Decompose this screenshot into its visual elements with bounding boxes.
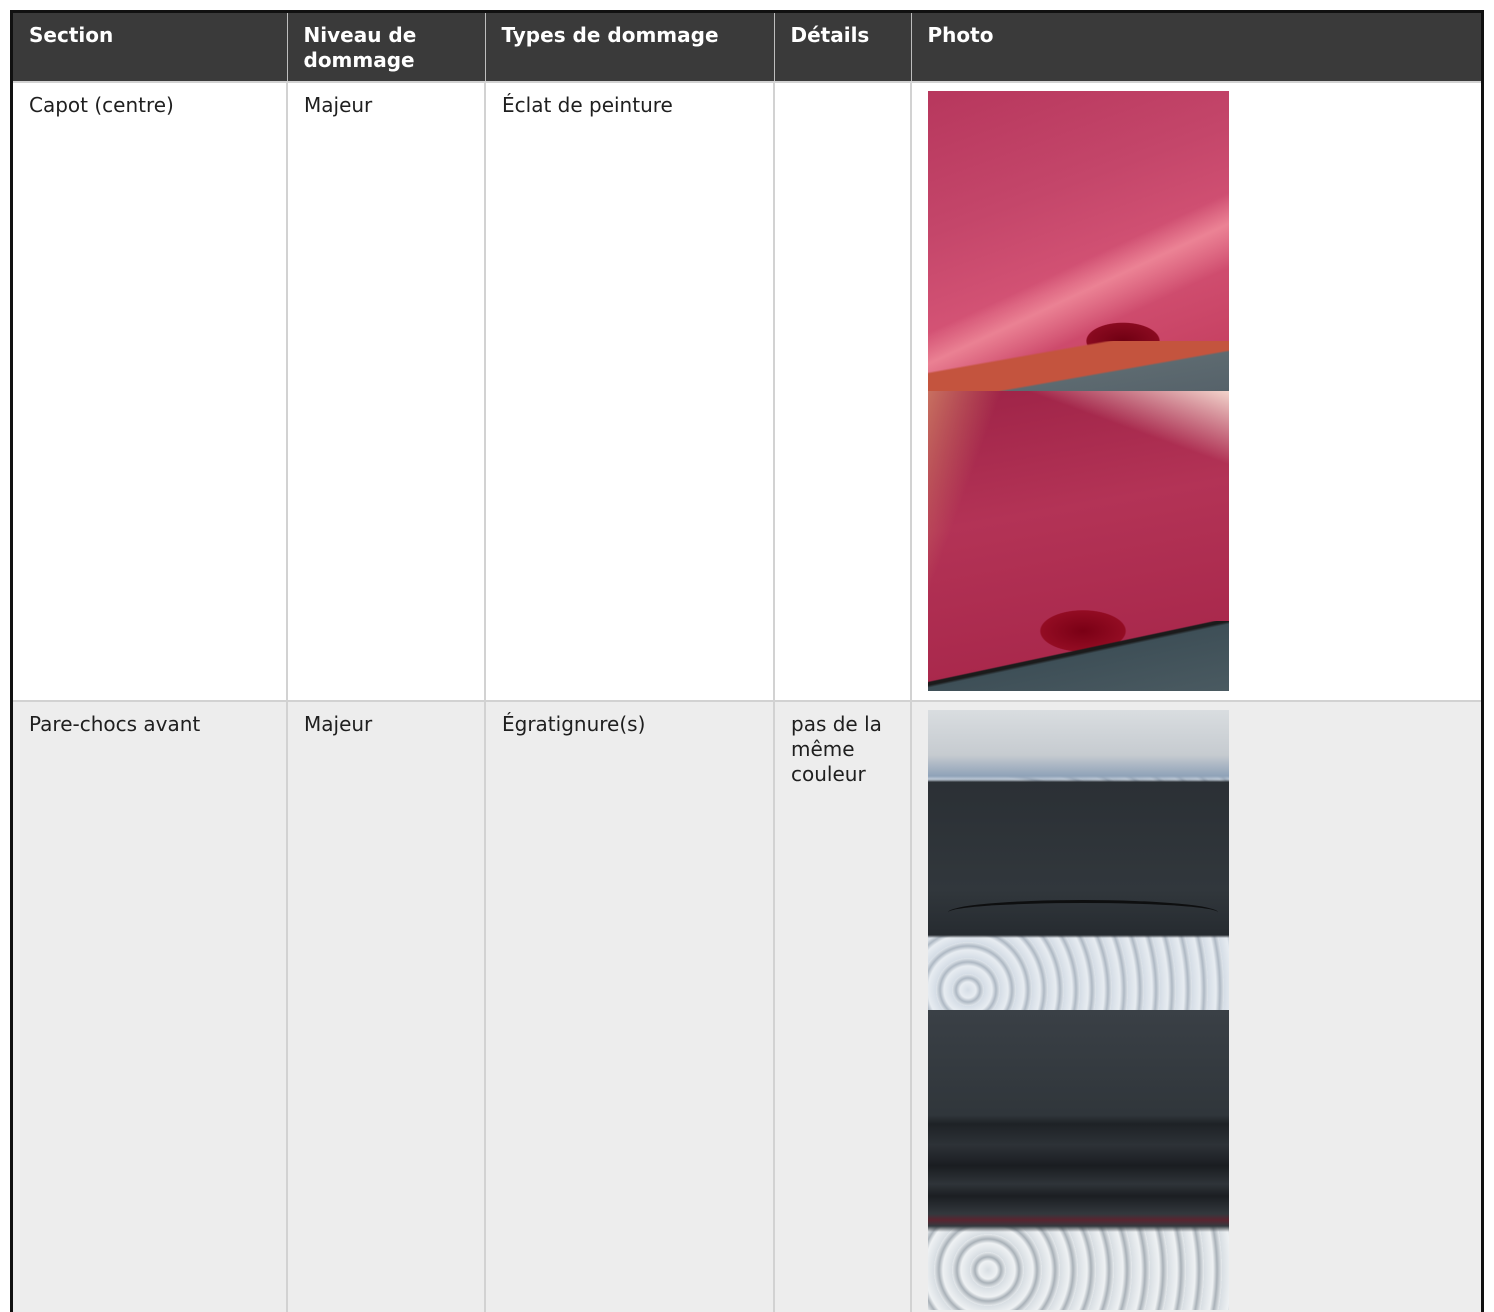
damage-photo-bumper-1[interactable] xyxy=(928,710,1229,1010)
cell-details xyxy=(773,81,911,701)
damage-photo-hood-1[interactable] xyxy=(928,91,1229,391)
cell-section: Pare-chocs avant xyxy=(13,700,287,1312)
column-header-details: Détails xyxy=(773,13,911,82)
cell-niveau: Majeur xyxy=(286,81,485,701)
cell-types: Éclat de peinture xyxy=(484,81,774,701)
damage-report-table: Section Niveau de dommage Types de domma… xyxy=(13,13,1481,1312)
cell-niveau: Majeur xyxy=(286,700,485,1312)
table-header-row: Section Niveau de dommage Types de domma… xyxy=(13,13,1481,82)
damage-report-table-frame: Section Niveau de dommage Types de domma… xyxy=(10,10,1484,1312)
cell-types: Égratignure(s) xyxy=(484,700,774,1312)
damage-photo-bumper-2[interactable] xyxy=(928,1010,1229,1310)
column-header-niveau: Niveau de dommage xyxy=(286,13,485,82)
damage-photo-hood-2[interactable] xyxy=(928,391,1229,691)
cell-photo xyxy=(910,700,1481,1312)
table-row: Pare-chocs avant Majeur Égratignure(s) p… xyxy=(13,700,1481,1312)
cell-photo xyxy=(910,81,1481,701)
cell-section: Capot (centre) xyxy=(13,81,287,701)
column-header-photo: Photo xyxy=(910,13,1481,82)
column-header-types: Types de dommage xyxy=(484,13,774,82)
cell-details: pas de la même couleur xyxy=(773,700,911,1312)
column-header-section: Section xyxy=(13,13,287,82)
table-row: Capot (centre) Majeur Éclat de peinture xyxy=(13,81,1481,701)
